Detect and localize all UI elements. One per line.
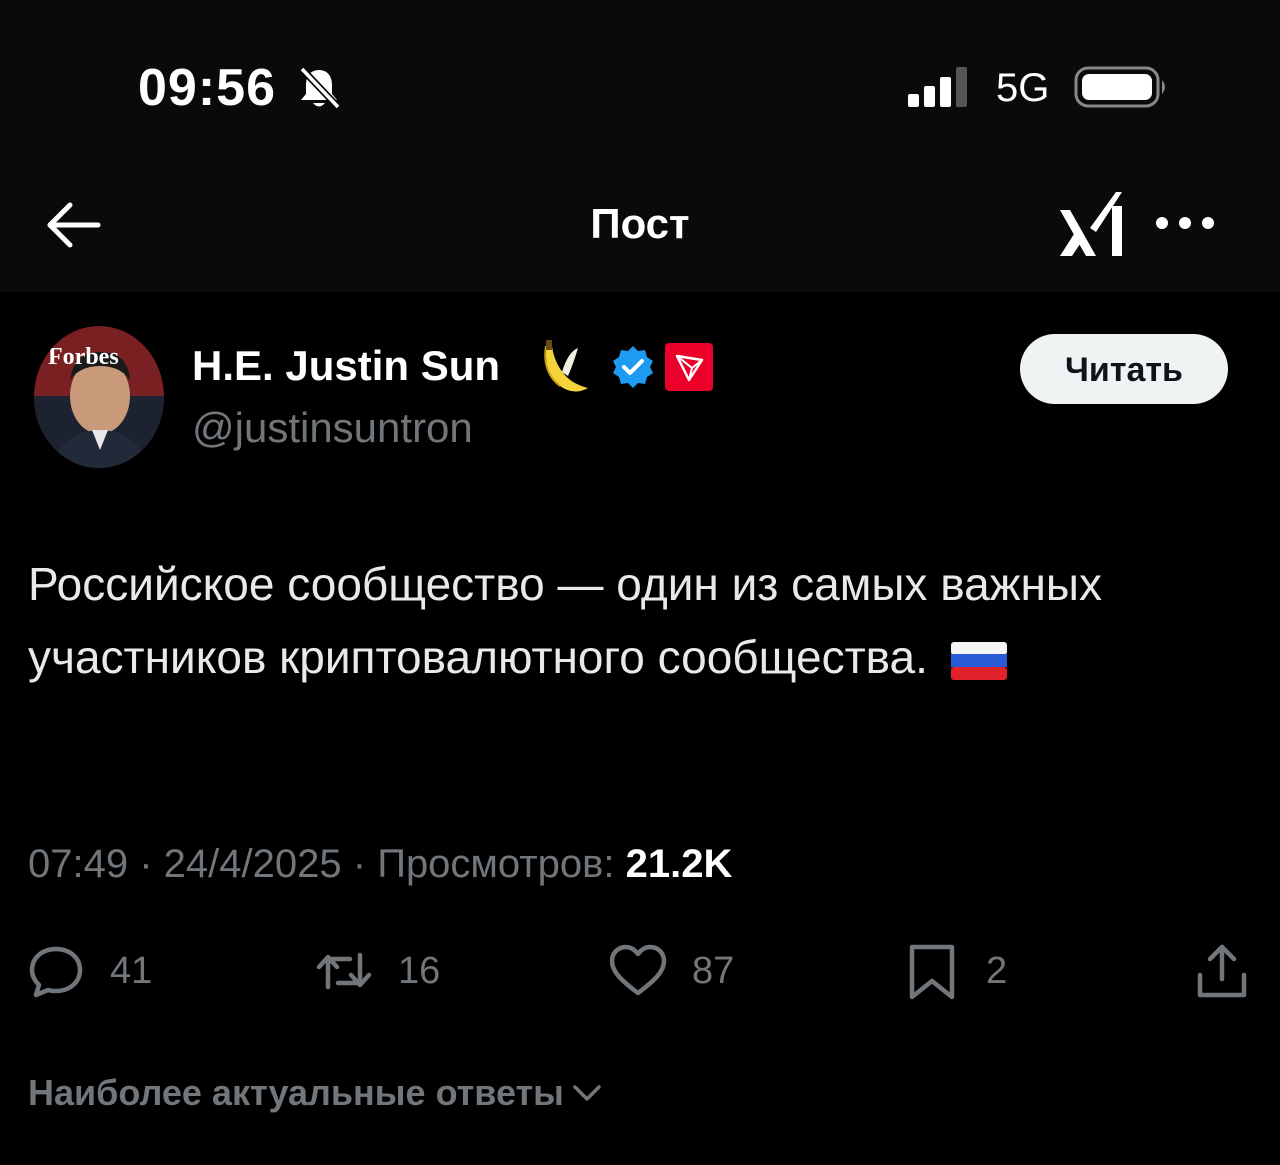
signal-icon — [908, 67, 967, 107]
retweet-count: 16 — [398, 949, 441, 992]
nav-bar: Пост — [0, 170, 1280, 292]
banana-icon — [544, 340, 588, 392]
network-label: 5G — [996, 66, 1050, 110]
avatar-forbes-text: Forbes — [48, 344, 119, 370]
russia-flag-icon — [950, 641, 1007, 680]
bell-off-icon — [299, 66, 341, 110]
meta-separator: · — [352, 842, 378, 886]
heart-icon — [609, 944, 667, 996]
status-time: 09:56 — [138, 59, 276, 117]
reply-icon — [29, 946, 83, 998]
like-button[interactable]: 87 — [608, 938, 734, 1004]
retweet-icon — [316, 952, 372, 990]
reply-count: 41 — [110, 949, 153, 992]
avatar[interactable]: Forbes — [34, 326, 164, 468]
battery-icon — [1074, 66, 1165, 108]
grok-icon[interactable] — [1056, 188, 1126, 262]
chevron-down-icon — [573, 1085, 601, 1101]
author-handle[interactable]: @justinsuntron — [192, 404, 473, 452]
replies-sort-toggle[interactable]: Наиболее актуальные ответы — [28, 1072, 604, 1114]
bookmark-count: 2 — [986, 949, 1008, 992]
more-icon[interactable] — [1152, 210, 1218, 236]
tron-badge-icon — [665, 343, 713, 391]
meta-separator: · — [139, 842, 164, 886]
verified-badge-icon — [613, 346, 653, 388]
screen: 09:56 5G Пост Forbes H.E. Justin Sun @ju… — [0, 0, 1280, 1165]
tweet-meta: 07:49 · 24/4/2025 · Просмотров: 21.2K — [28, 842, 732, 887]
bookmark-button[interactable]: 2 — [902, 938, 1007, 1004]
views-label: Просмотров: — [377, 842, 615, 886]
follow-button[interactable]: Читать — [1020, 334, 1228, 404]
reply-button[interactable]: 41 — [26, 938, 152, 1004]
share-icon — [1197, 944, 1247, 998]
status-bar: 09:56 5G — [0, 0, 1280, 170]
retweet-button[interactable]: 16 — [314, 938, 440, 1004]
tweet-text: Российское сообщество — один из самых ва… — [28, 548, 1228, 694]
replies-sort-label: Наиболее актуальные ответы — [28, 1072, 564, 1113]
bookmark-icon — [909, 944, 955, 1000]
tweet-text-content: Российское сообщество — один из самых ва… — [28, 558, 1102, 683]
share-button[interactable] — [1192, 938, 1252, 1004]
author-name[interactable]: H.E. Justin Sun — [192, 342, 500, 390]
avatar-image: Forbes — [34, 326, 164, 468]
views-count[interactable]: 21.2K — [626, 842, 733, 886]
tweet-time: 07:49 — [28, 842, 129, 886]
like-count: 87 — [692, 949, 735, 992]
tweet-date: 24/4/2025 — [163, 842, 342, 886]
